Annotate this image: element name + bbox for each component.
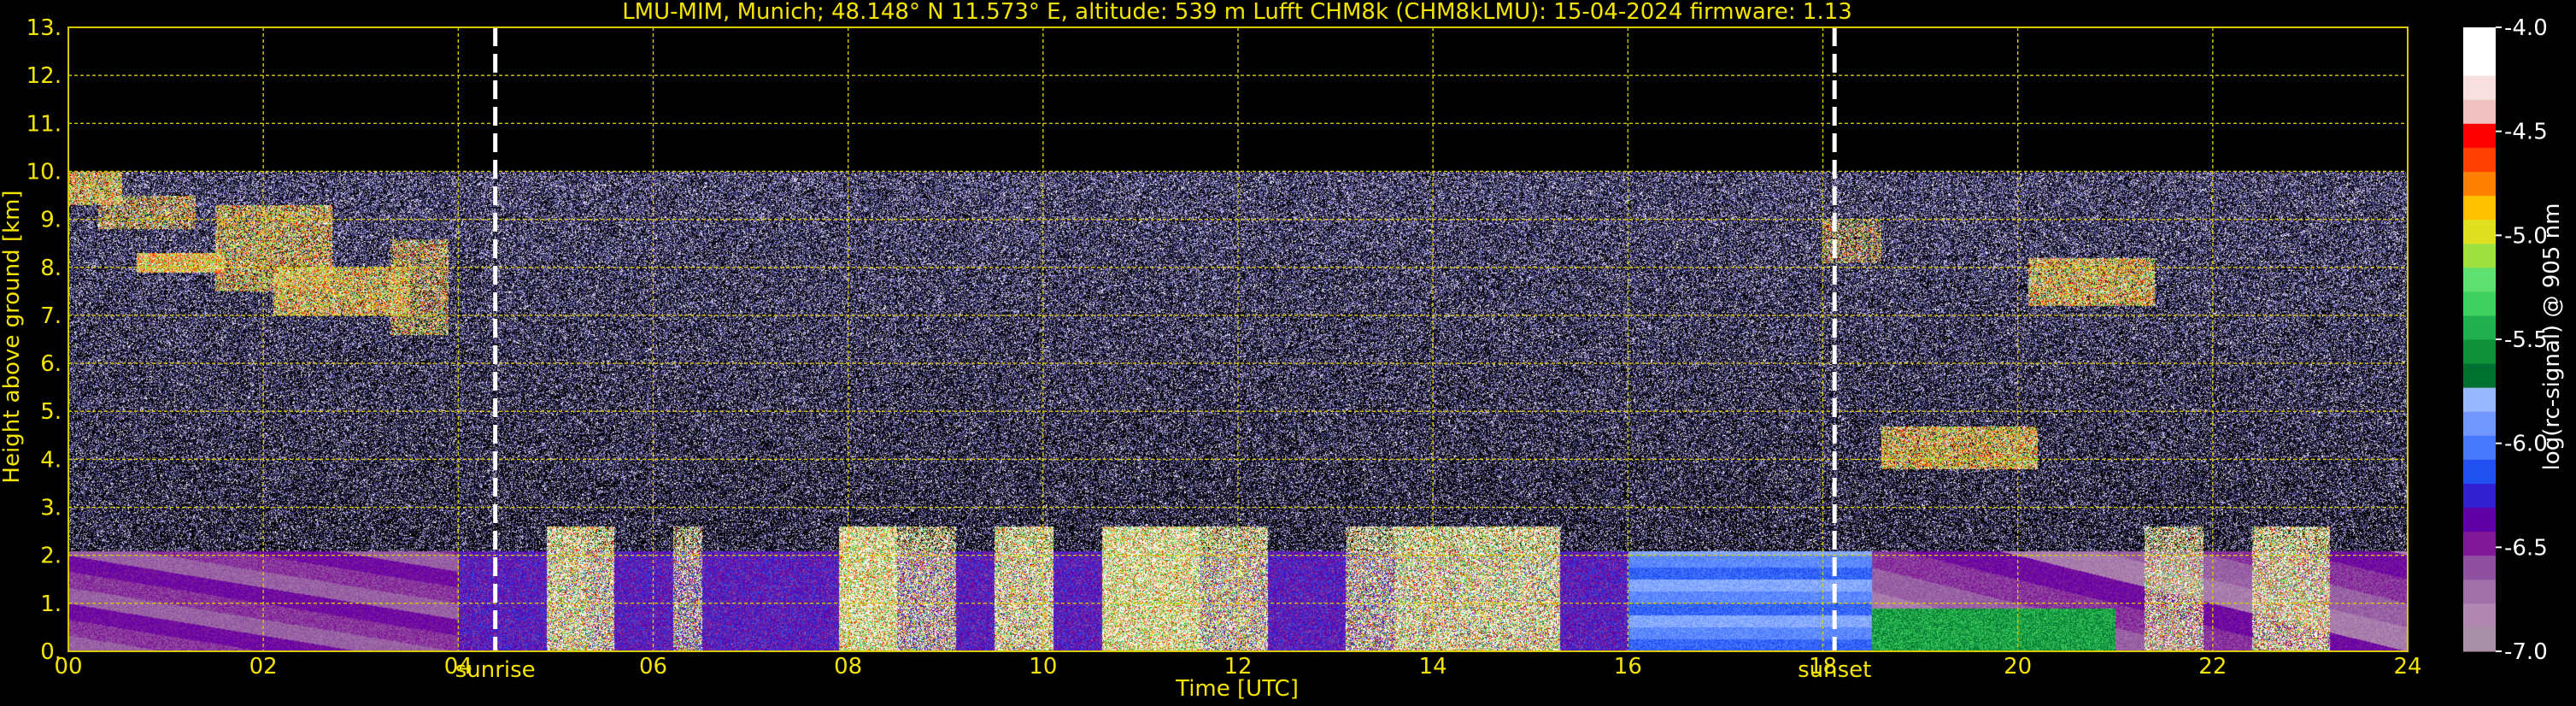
colorbar-segment — [2463, 219, 2496, 244]
colorbar-tick-label: -6.5 — [2504, 535, 2548, 561]
colorbar-segment — [2463, 339, 2496, 364]
colorbar-tick-label: -4.5 — [2504, 120, 2548, 145]
y-tick-label: 13. — [26, 15, 62, 41]
colorbar-segment — [2463, 27, 2496, 52]
colorbar-segment — [2463, 387, 2496, 412]
x-tick-label: 02 — [249, 654, 278, 680]
colorbar-segment — [2463, 435, 2496, 460]
colorbar-segment — [2463, 51, 2496, 76]
x-tick-label: 08 — [834, 654, 862, 680]
y-tick-label: 2. — [40, 544, 62, 569]
x-tick-label: 00 — [54, 654, 82, 680]
colorbar-segment — [2463, 75, 2496, 100]
colorbar-segment — [2463, 123, 2496, 148]
colorbar-segment — [2463, 483, 2496, 509]
y-axis-label: Height above ground [km] — [0, 190, 25, 483]
colorbar-segment — [2463, 267, 2496, 292]
colorbar-segment — [2463, 315, 2496, 340]
colorbar-segment — [2463, 147, 2496, 172]
x-tick-label: 22 — [2198, 654, 2227, 680]
colorbar-segment — [2463, 99, 2496, 124]
y-tick-label: 5. — [40, 399, 62, 425]
colorbar-tick-label: -4.0 — [2504, 15, 2548, 41]
colorbar: -4.0-4.5-5.0-5.5-6.0-6.5-7.0 — [2463, 15, 2548, 665]
colorbar-segment — [2463, 363, 2496, 388]
x-axis-label: Time [UTC] — [1175, 676, 1299, 702]
colorbar-segment — [2463, 507, 2496, 532]
x-tick-label: 20 — [2004, 654, 2032, 680]
y-tick-label: 7. — [40, 303, 62, 329]
colorbar-label: log(rc-signal) @ 905 nm — [2539, 203, 2565, 471]
y-tick-label: 10. — [26, 159, 62, 185]
y-tick-label: 8. — [40, 256, 62, 281]
x-tick-label: 10 — [1029, 654, 1057, 680]
y-tick-label: 4. — [40, 447, 62, 473]
x-tick-label: 14 — [1419, 654, 1447, 680]
colorbar-segment — [2463, 579, 2496, 604]
y-tick-label: 12. — [26, 63, 62, 89]
colorbar-segment — [2463, 243, 2496, 268]
colorbar-tick-label: -7.0 — [2504, 639, 2548, 665]
colorbar-segment — [2463, 531, 2496, 556]
x-tick-label: 16 — [1614, 654, 1642, 680]
colorbar-segment — [2463, 627, 2496, 652]
colorbar-segment — [2463, 291, 2496, 316]
x-tick-label: 06 — [639, 654, 667, 680]
y-tick-label: 1. — [40, 591, 62, 617]
colorbar-segment — [2463, 411, 2496, 436]
y-tick-label: 3. — [40, 496, 62, 521]
colorbar-segment — [2463, 555, 2496, 580]
x-tick-label: 24 — [2393, 654, 2421, 680]
y-tick-label: 6. — [40, 351, 62, 377]
y-tick-label: 9. — [40, 208, 62, 233]
colorbar-segment — [2463, 459, 2496, 484]
chart-title: LMU-MIM, Munich; 48.148° N 11.573° E, al… — [622, 0, 1852, 25]
colorbar-segment — [2463, 171, 2496, 197]
x-tick-label: 04 — [444, 654, 472, 680]
ceilometer-chart: sunrise sunset 0.1.2.3.4.5.6.7.8.9.10.11.… — [0, 0, 2565, 702]
x-tick-label: 18 — [1809, 654, 1837, 680]
colorbar-segment — [2463, 603, 2496, 628]
y-tick-label: 11. — [26, 111, 62, 137]
colorbar-segment — [2463, 195, 2496, 221]
